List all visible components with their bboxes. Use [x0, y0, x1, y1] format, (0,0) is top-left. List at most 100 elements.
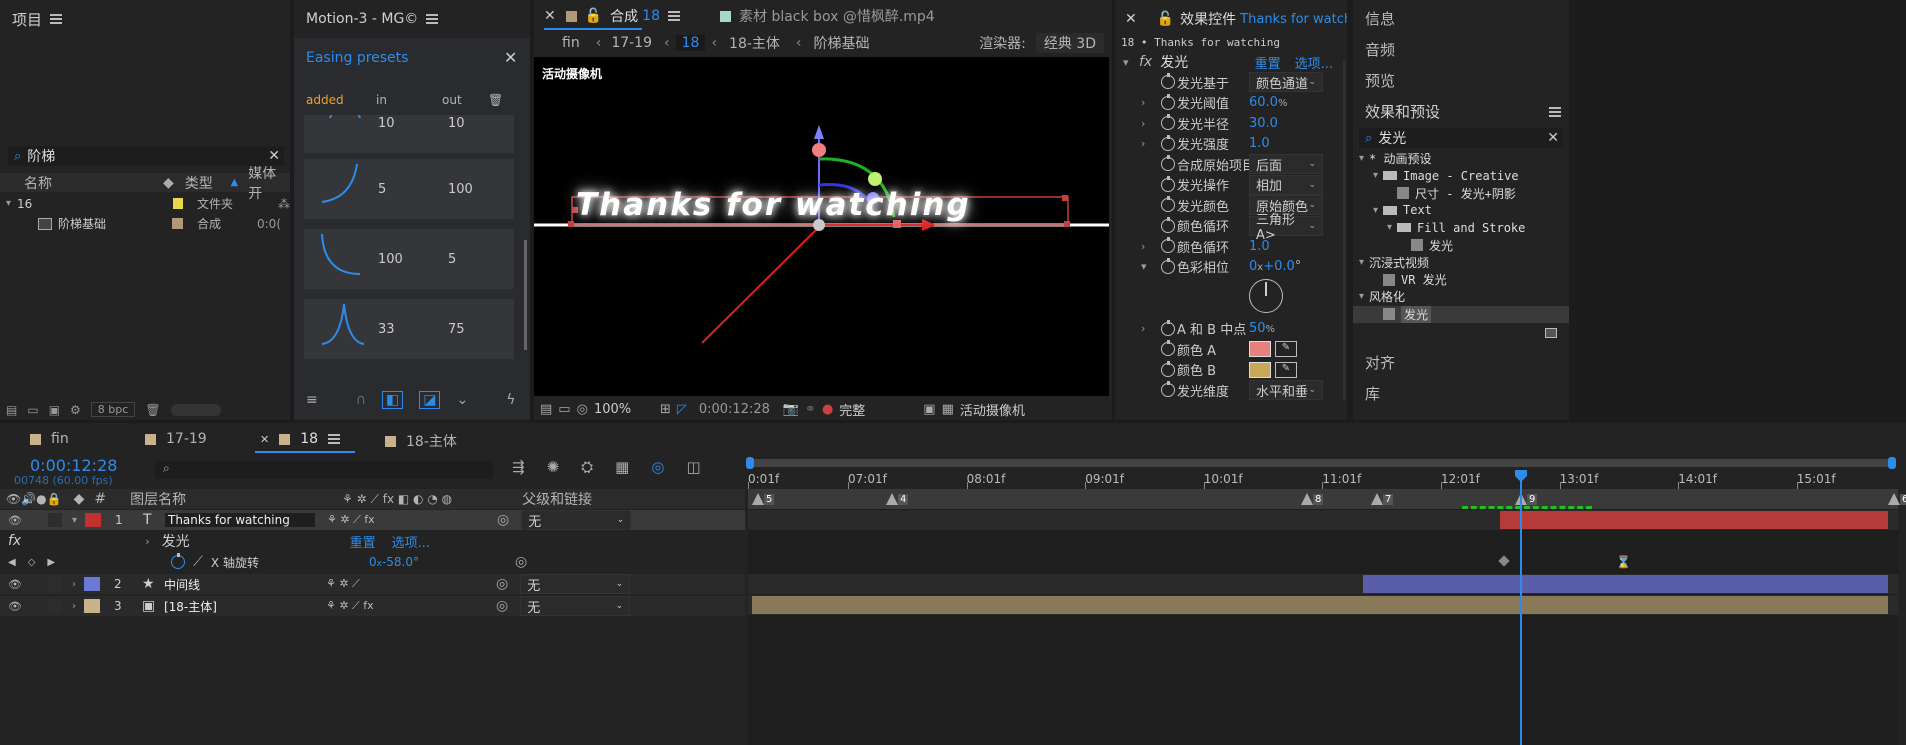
lightning-icon[interactable]: ϟ: [506, 392, 515, 408]
keyframe[interactable]: ⌛: [1616, 555, 1631, 569]
comp-viewer[interactable]: 活动摄像机 Thanks for watching: [534, 57, 1109, 396]
lock-switch[interactable]: [47, 513, 62, 527]
stopwatch-icon[interactable]: [1161, 114, 1175, 130]
lock-icon[interactable]: 🔓: [585, 8, 602, 24]
roi-icon[interactable]: ◸: [677, 402, 687, 417]
visibility-icon[interactable]: 👁: [8, 514, 22, 527]
easing-preset[interactable]: 5 100: [304, 159, 514, 219]
snapshot-region-icon[interactable]: ▤: [540, 402, 552, 417]
eyedropper-icon[interactable]: ✎: [1275, 341, 1297, 357]
comp-marker[interactable]: 6: [1888, 492, 1906, 506]
tab-comp[interactable]: 合成: [610, 6, 638, 26]
parent-dropdown[interactable]: 无 ⌄: [520, 596, 631, 616]
property-value[interactable]: 0x-58.0°: [369, 555, 419, 569]
twirl-icon[interactable]: ›: [1141, 322, 1145, 335]
layer-row[interactable]: 👁 › 2 ★ 中间线 ⚘ ✲ ⟋ ◎ 无 ⌄: [0, 574, 745, 594]
layer-name[interactable]: Thanks for watching: [165, 513, 315, 527]
comp-marker[interactable]: 9: [1515, 492, 1538, 506]
new-folder-icon[interactable]: ▭: [27, 403, 38, 417]
panel-menu-icon[interactable]: [328, 434, 341, 444]
stopwatch-icon[interactable]: [171, 553, 186, 569]
timeline-search-input[interactable]: ⌕: [155, 461, 493, 479]
layer-label-color[interactable]: [83, 599, 100, 613]
sort-icon[interactable]: ▲: [230, 177, 248, 188]
color-swatch[interactable]: [1249, 341, 1271, 357]
twirl-icon[interactable]: ›: [72, 579, 76, 590]
layer-row[interactable]: 👁 ▾ 1 T Thanks for watching ⚘ ✲ ⟋ fx ◎ 无…: [0, 510, 745, 530]
timeline-tab[interactable]: 18-主体: [385, 431, 457, 451]
panel-menu-icon[interactable]: [50, 14, 63, 24]
crumb-fin[interactable]: fin: [562, 35, 580, 51]
draft-3d-icon[interactable]: ✺: [547, 458, 560, 476]
lock-switch[interactable]: [47, 577, 62, 591]
effect-tree-item[interactable]: ▾ 风格化: [1353, 288, 1569, 305]
arc-icon[interactable]: ∩: [356, 392, 366, 408]
project-search-input[interactable]: ⌕ 阶梯 ✕: [8, 146, 284, 166]
effect-tree-item[interactable]: ▾ 沉浸式视频: [1353, 254, 1569, 271]
twirl-icon[interactable]: ›: [72, 601, 76, 612]
lock-icon[interactable]: 🔓: [1157, 11, 1174, 27]
twirl-icon[interactable]: ›: [145, 535, 149, 548]
add-keyframe-icon[interactable]: ◇: [28, 557, 36, 568]
crumb-17-19[interactable]: 17-19: [611, 35, 652, 51]
timeline-timecode[interactable]: 0:00:12:28: [30, 456, 117, 475]
panel-tab-lower-0[interactable]: 对齐: [1365, 352, 1395, 373]
effect-tree-item[interactable]: ▾ Text: [1353, 202, 1569, 219]
stopwatch-icon[interactable]: [1161, 73, 1175, 89]
effect-tree-item[interactable]: ▾ * 动画预设: [1353, 150, 1569, 167]
mask-icon[interactable]: ◎: [577, 402, 588, 417]
effect-property[interactable]: 颜色 B ✎: [1115, 360, 1347, 380]
effect-tree-item[interactable]: VR 发光: [1353, 271, 1569, 288]
fx-icon[interactable]: fx: [1139, 54, 1152, 70]
list-icon[interactable]: ≡: [306, 392, 318, 408]
lock-switch[interactable]: [47, 599, 62, 613]
twirl-icon[interactable]: ›: [1141, 117, 1145, 130]
effect-options-button[interactable]: 选项...: [392, 532, 430, 551]
effect-property[interactable]: › 发光强度 1.0: [1115, 134, 1347, 154]
effect-property[interactable]: › 发光阈值 60.0%: [1115, 93, 1347, 113]
panel-menu-icon[interactable]: [1549, 106, 1561, 117]
stopwatch-icon[interactable]: [1161, 175, 1175, 192]
effect-tree-item[interactable]: 发光: [1353, 237, 1569, 254]
effect-options-button[interactable]: 选项...: [1295, 53, 1333, 72]
col-type[interactable]: 类型: [185, 173, 231, 193]
project-item-comp[interactable]: 阶梯基础 合成 0:0(: [0, 214, 290, 233]
property-row[interactable]: ◀ ◇ ▶ ⟋ X 轴旋转 0x-58.0° ◎: [0, 552, 745, 572]
color-swatch[interactable]: [1249, 361, 1271, 378]
effect-property[interactable]: › 颜色循环 1.0: [1115, 236, 1347, 256]
comp-marker[interactable]: 8: [1301, 492, 1324, 506]
comp-marker[interactable]: 7: [1371, 492, 1394, 506]
layer-bar-3[interactable]: [752, 596, 1888, 614]
stopwatch-icon[interactable]: [1161, 216, 1175, 233]
layer-switches[interactable]: ⚘ ✲ ⟋ fx: [327, 513, 497, 527]
stopwatch-icon[interactable]: [1161, 319, 1175, 336]
effect-property[interactable]: 颜色 A ✎: [1115, 339, 1347, 359]
color-channels-icon[interactable]: ●: [822, 402, 833, 417]
property-value[interactable]: 1.0: [1249, 136, 1270, 151]
label-tag-icon[interactable]: ◆: [163, 175, 185, 191]
effect-property[interactable]: 颜色循环 三角形 A> ⌄: [1115, 213, 1347, 243]
stopwatch-icon[interactable]: [1161, 93, 1175, 110]
time-navigator[interactable]: [748, 459, 1894, 467]
easing-preset[interactable]: 10 10: [304, 115, 514, 153]
parent-dropdown[interactable]: 无 ⌄: [520, 574, 631, 594]
layer-row[interactable]: 👁 › 3 ▣ [18-主体] ⚘ ✲ ⟋ fx ◎ 无 ⌄: [0, 596, 745, 616]
effect-tree-item[interactable]: ▾ Fill and Stroke: [1353, 219, 1569, 236]
effect-property[interactable]: 合成原始项目 后面 ⌄: [1115, 154, 1347, 174]
property-value[interactable]: 30.0: [1249, 116, 1278, 131]
comp-text-layer[interactable]: Thanks for watching: [576, 187, 1076, 223]
comp-marker[interactable]: 4: [886, 492, 909, 506]
effect-property[interactable]: 发光维度 水平和垂 ⌄: [1115, 380, 1347, 400]
tab-added[interactable]: added: [306, 93, 376, 107]
monitor-icon[interactable]: ▭: [558, 402, 570, 417]
crumb-18[interactable]: 18: [675, 35, 706, 51]
effect-row[interactable]: fx › 发光 重置 选项...: [0, 531, 745, 551]
pickwhip-icon[interactable]: ◎: [496, 598, 508, 614]
effect-tree-item[interactable]: ▾ Image - Creative: [1353, 167, 1569, 184]
stopwatch-icon[interactable]: [1161, 237, 1175, 253]
layer-name[interactable]: [18-主体]: [164, 598, 314, 615]
effects-search-input[interactable]: ⌕ 发光 ✕: [1359, 128, 1563, 148]
layer-name[interactable]: 中间线: [164, 576, 314, 593]
panel-tab-1[interactable]: 音频: [1365, 39, 1395, 60]
layer-bar-2[interactable]: [1363, 575, 1888, 593]
